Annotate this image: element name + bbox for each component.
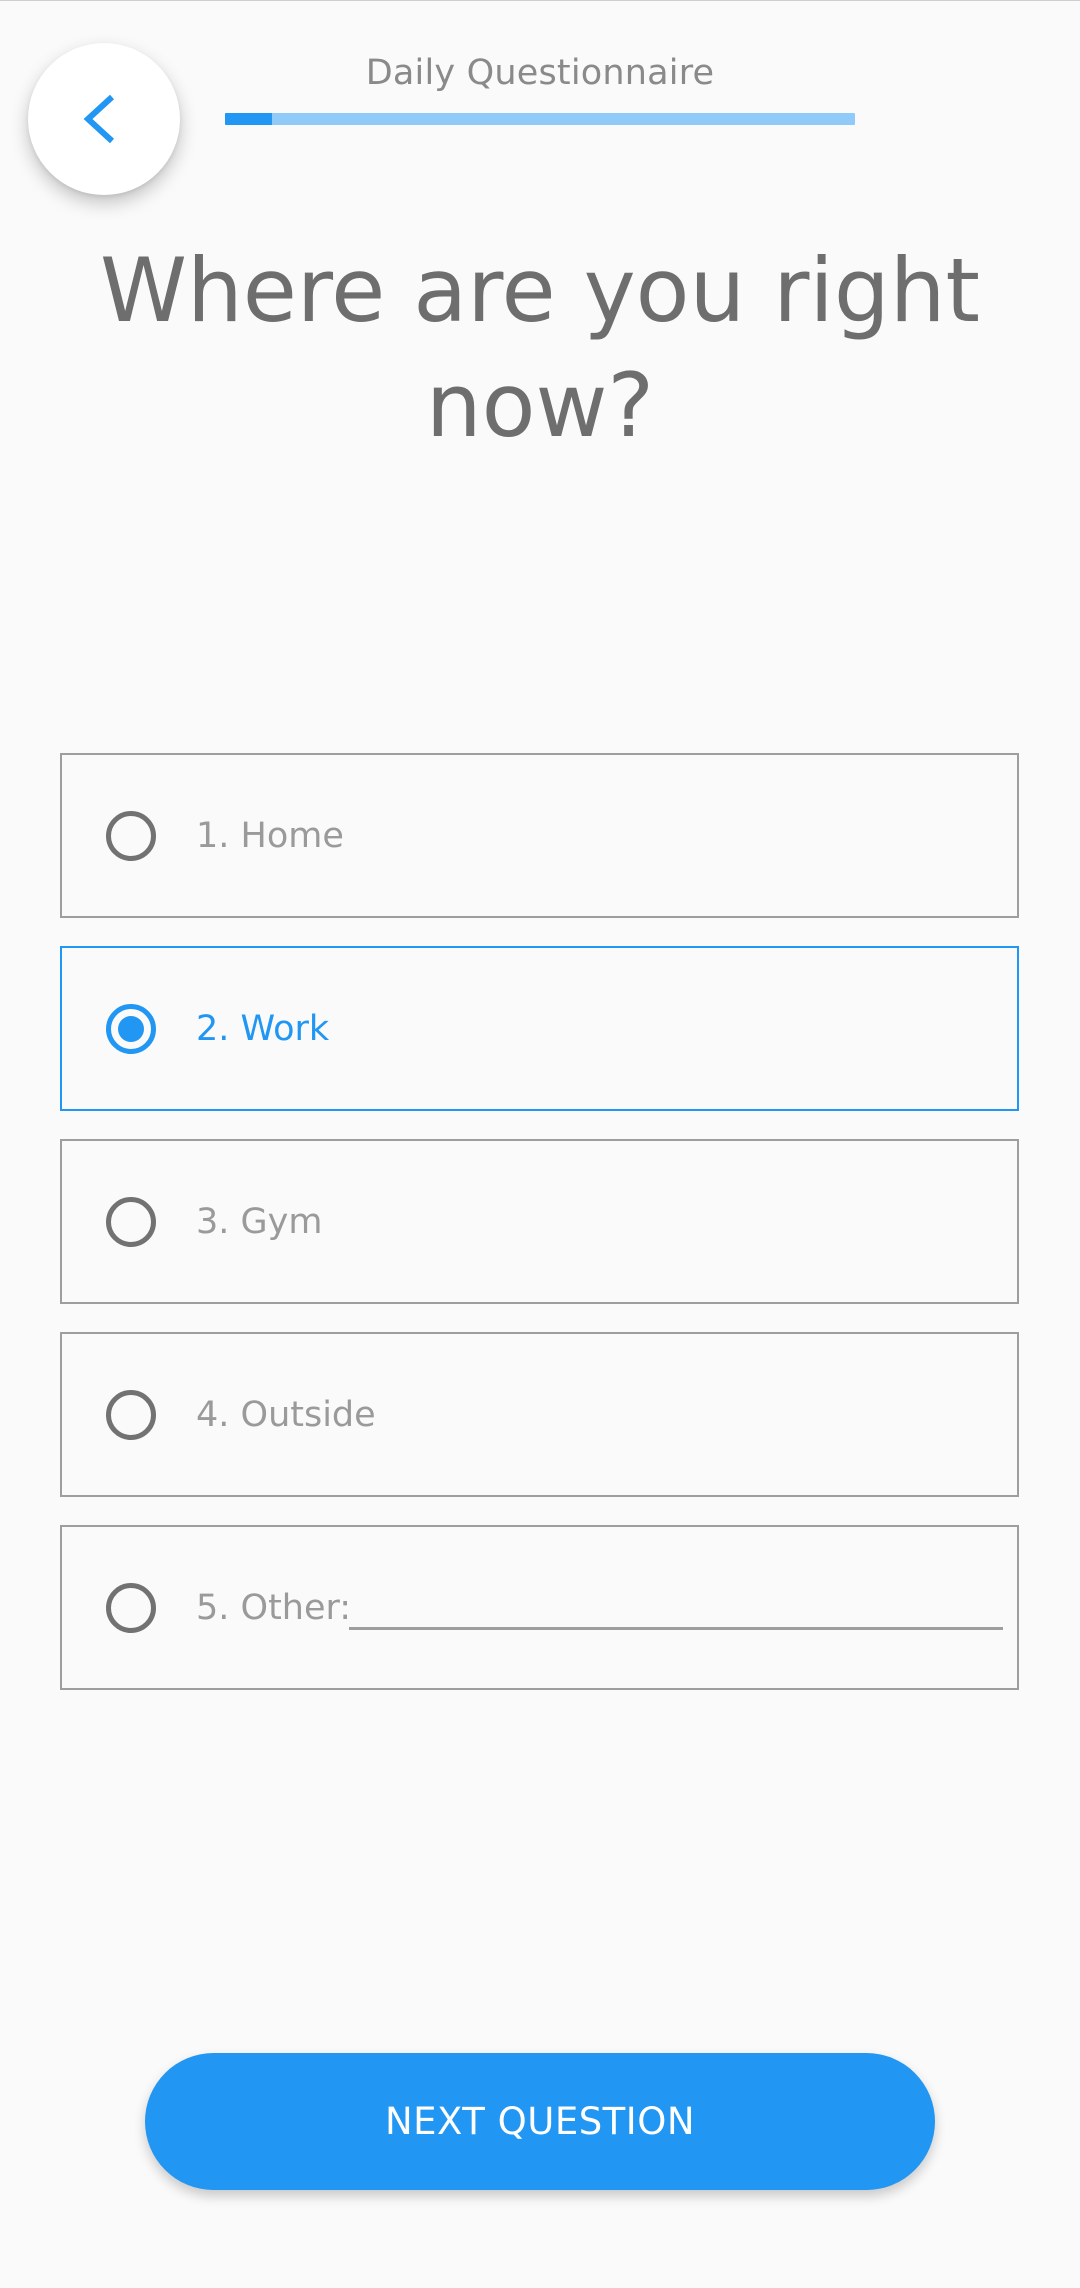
option-work[interactable]: 2. Work xyxy=(60,946,1019,1111)
progress-bar xyxy=(225,113,855,125)
option-label: 3. Gym xyxy=(196,1201,323,1242)
back-button[interactable] xyxy=(28,43,180,195)
radio-button[interactable] xyxy=(106,1389,156,1440)
option-outside[interactable]: 4. Outside xyxy=(60,1332,1019,1497)
option-label: 5. Other: xyxy=(196,1587,352,1628)
radio-selected-dot xyxy=(118,1015,144,1042)
radio-button[interactable] xyxy=(106,1582,156,1633)
question-text: Where are you right now? xyxy=(100,239,980,457)
option-label: 4. Outside xyxy=(196,1394,376,1435)
other-text-input[interactable] xyxy=(349,1579,1003,1630)
chevron-left-icon xyxy=(83,94,115,144)
questionnaire-screen: Daily Questionnaire Where are you right … xyxy=(0,0,1080,2288)
progress-bar-fill xyxy=(225,113,273,125)
radio-button[interactable] xyxy=(106,810,156,861)
radio-button[interactable] xyxy=(106,1003,156,1054)
option-gym[interactable]: 3. Gym xyxy=(60,1139,1019,1304)
option-home[interactable]: 1. Home xyxy=(60,753,1019,918)
option-other[interactable]: 5. Other: xyxy=(60,1525,1019,1690)
option-label: 2. Work xyxy=(196,1008,330,1049)
next-question-button[interactable]: NEXT QUESTION xyxy=(145,2053,935,2190)
radio-button[interactable] xyxy=(106,1196,156,1247)
answer-options: 1. Home 2. Work 3. Gym 4. Outside 5. Oth… xyxy=(60,753,1019,1718)
page-title: Daily Questionnaire xyxy=(365,53,715,93)
option-label: 1. Home xyxy=(196,815,344,856)
